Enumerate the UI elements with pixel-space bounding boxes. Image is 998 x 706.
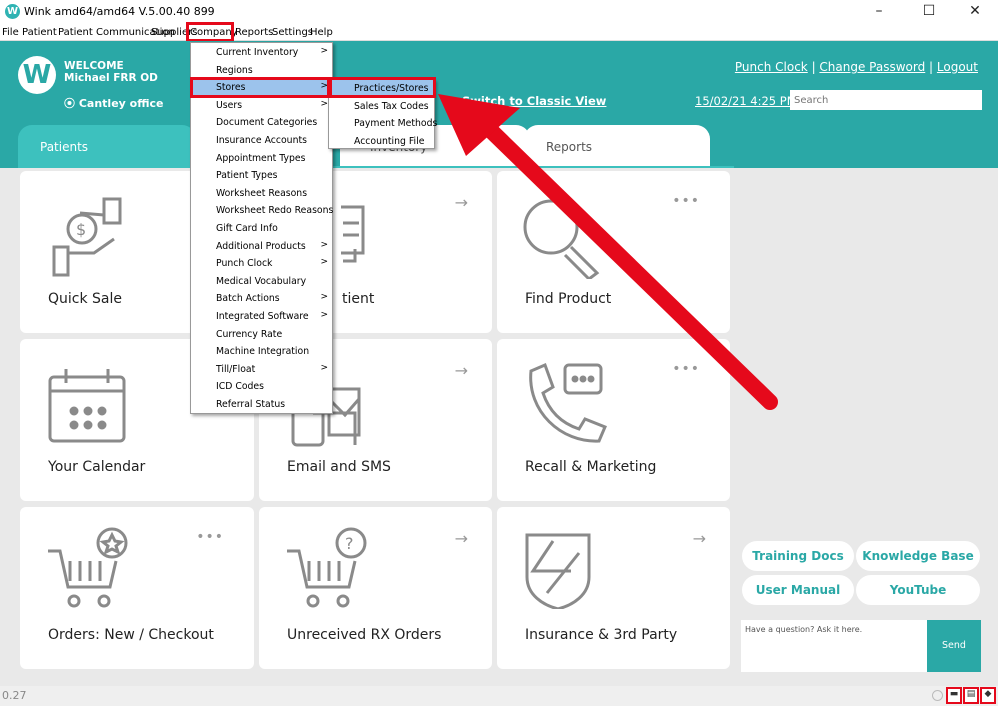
annotation-arrow [438,94,778,410]
